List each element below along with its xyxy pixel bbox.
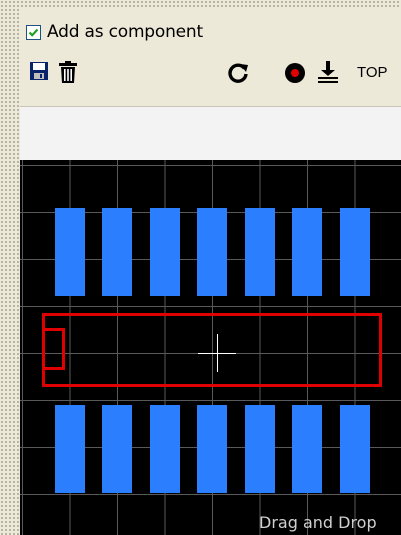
place-on-side-icon — [318, 61, 338, 83]
top-splitter — [20, 0, 401, 8]
component-outline — [42, 313, 382, 387]
pad — [197, 405, 227, 493]
side-label[interactable]: TOP — [357, 64, 388, 81]
footprint-canvas[interactable]: Drag and Drop — [20, 160, 401, 535]
pad — [245, 405, 275, 493]
pad — [292, 208, 322, 296]
check-icon — [28, 28, 39, 37]
pad — [245, 208, 275, 296]
delete-button[interactable] — [57, 60, 79, 88]
splitter-handle[interactable] — [0, 0, 20, 535]
place-side-button[interactable] — [317, 60, 339, 88]
pad — [55, 405, 85, 493]
pin1-notch — [42, 328, 65, 370]
drag-and-drop-hint: Drag and Drop — [259, 513, 377, 532]
rotate-button[interactable] — [227, 62, 249, 88]
pad — [102, 208, 132, 296]
add-as-component-row[interactable]: Add as component — [26, 21, 203, 43]
pad — [102, 405, 132, 493]
pad — [340, 208, 370, 296]
origin-crosshair-vertical — [217, 334, 218, 372]
info-strip — [20, 106, 401, 160]
pad — [150, 405, 180, 493]
add-as-component-label: Add as component — [47, 22, 203, 42]
save-button[interactable] — [29, 61, 49, 85]
pad — [340, 405, 370, 493]
component-panel: Add as component TOP Drag and Drop — [20, 8, 401, 535]
pad — [292, 405, 322, 493]
save-icon — [30, 62, 48, 80]
record-dot-icon — [285, 63, 305, 83]
record-button[interactable] — [284, 62, 306, 88]
pad — [197, 208, 227, 296]
rotate-icon — [228, 63, 248, 83]
trash-icon — [59, 61, 77, 83]
pad — [55, 208, 85, 296]
add-as-component-checkbox[interactable] — [26, 24, 41, 40]
pad — [150, 208, 180, 296]
